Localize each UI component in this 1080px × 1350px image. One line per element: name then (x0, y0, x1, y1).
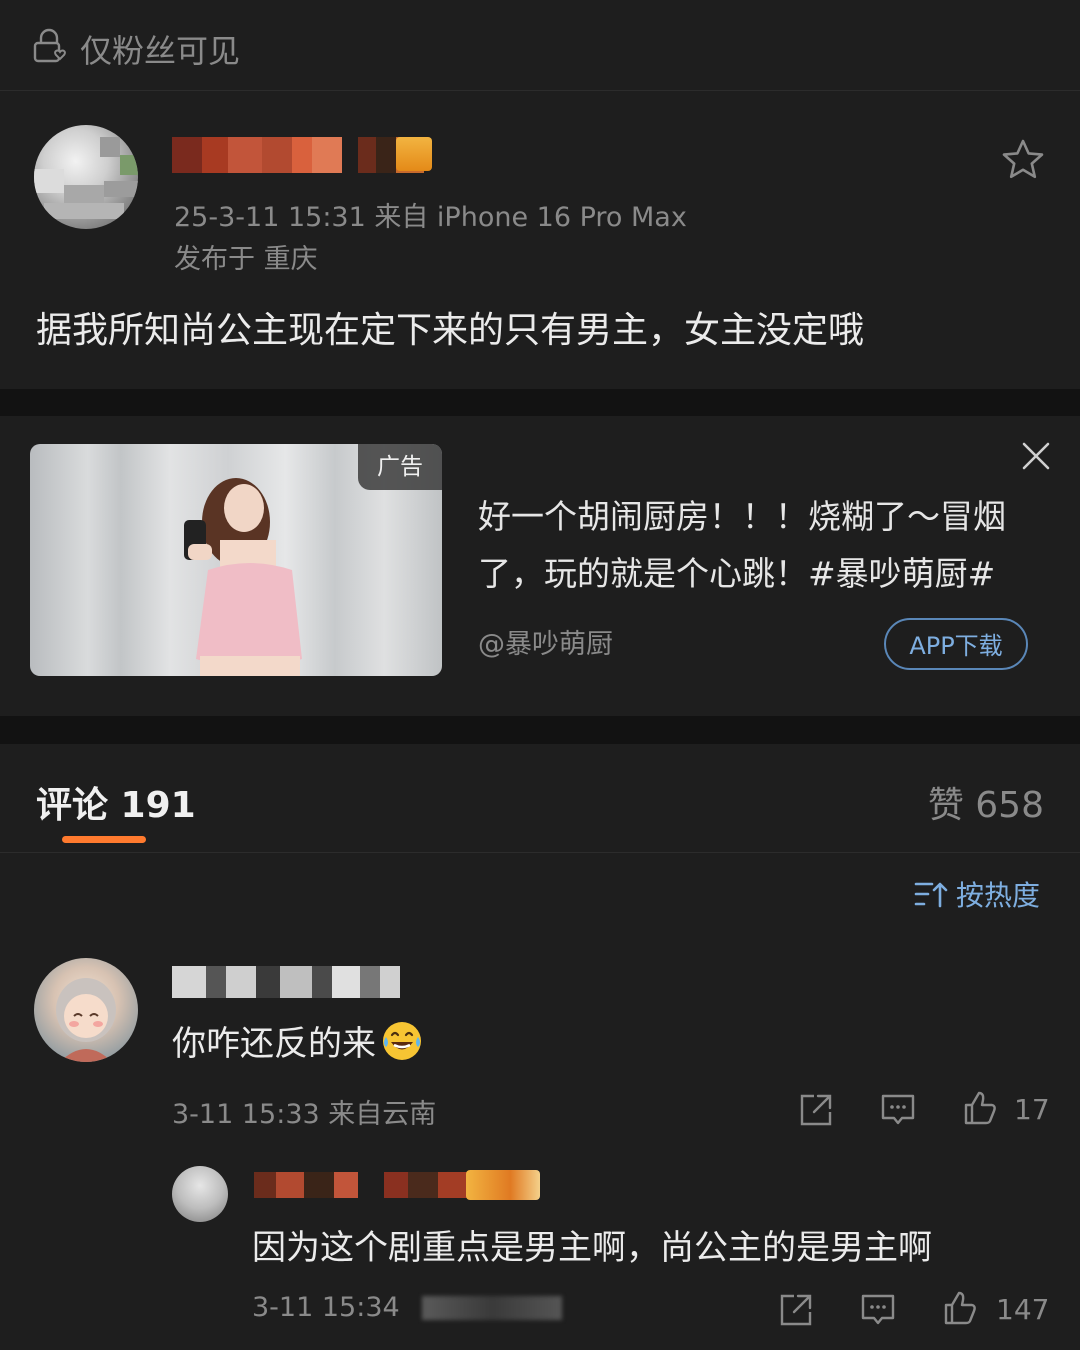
weibo-post-page: 仅粉丝可见 25-3-11 15:31 来自 iPhone 16 Pro Max… (0, 0, 1080, 1350)
laughing-tears-emoji (383, 1022, 421, 1060)
commenter-name-redacted[interactable] (172, 966, 400, 998)
comments-header: 评论 191 赞 658 (0, 744, 1080, 853)
member-badge-icon (396, 137, 432, 171)
lock-heart-icon (33, 28, 66, 63)
like-count: 17 (1014, 1093, 1050, 1126)
comment-meta: 3-11 15:33 来自云南 (172, 1099, 437, 1130)
active-tab-indicator (62, 836, 146, 843)
star-icon[interactable] (1000, 137, 1046, 181)
app-download-button[interactable]: APP下载 (884, 618, 1028, 670)
reply-meta: 3-11 15:34 (252, 1292, 563, 1323)
tab-likes[interactable]: 赞 658 (928, 776, 1044, 828)
post-card: 25-3-11 15:31 来自 iPhone 16 Pro Max 发布于 重… (0, 91, 1080, 389)
ad-author[interactable]: @暴吵萌厨 (478, 622, 613, 661)
share-icon[interactable] (778, 1292, 814, 1328)
share-icon[interactable] (798, 1092, 834, 1128)
reply-icon[interactable] (860, 1292, 896, 1328)
author-avatar[interactable] (34, 125, 138, 229)
close-icon[interactable] (1020, 440, 1052, 472)
section-divider (0, 716, 1080, 744)
member-badge-icon (466, 1170, 540, 1200)
like-count: 147 (996, 1293, 1050, 1326)
reply-avatar[interactable] (172, 1166, 228, 1222)
post-timestamp-source: 25-3-11 15:31 来自 iPhone 16 Pro Max (174, 202, 687, 233)
post-body: 据我所知尚公主现在定下来的只有男主，女主没定哦 (36, 310, 865, 351)
post-location: 发布于 重庆 (174, 244, 318, 275)
comment-body: 你咋还反的来 (172, 1016, 424, 1065)
reply-location-redacted (422, 1296, 563, 1320)
reply-body: 因为这个剧重点是男主啊，尚公主的是男主啊 (252, 1228, 932, 1268)
reply-name-redacted[interactable] (254, 1172, 468, 1198)
tab-comments[interactable]: 评论 191 (36, 776, 196, 828)
ad-label: 广告 (358, 444, 442, 490)
ad-thumbnail[interactable]: 广告 (30, 444, 442, 676)
commenter-avatar[interactable] (34, 958, 138, 1062)
reply-icon[interactable] (880, 1092, 916, 1128)
ad-title[interactable]: 好一个胡闹厨房！！！烧糊了～冒烟了，玩的就是个心跳！#暴吵萌厨# (478, 488, 1038, 602)
author-name-redacted[interactable] (172, 137, 424, 173)
cartoon-girl-image (56, 978, 116, 1062)
sort-label: 按热度 (956, 879, 1041, 912)
ad-card[interactable]: 广告 好一个胡闹厨房！！！烧糊了～冒烟了，玩的就是个心跳！#暴吵萌厨# @暴吵萌… (0, 416, 1080, 716)
sort-by-hot-button[interactable]: 按热度 (914, 874, 1040, 914)
sort-icon (914, 882, 948, 908)
visibility-bar: 仅粉丝可见 (0, 0, 1080, 91)
section-divider (0, 389, 1080, 416)
like-icon[interactable] (962, 1090, 998, 1126)
visibility-label: 仅粉丝可见 (80, 32, 241, 70)
like-icon[interactable] (942, 1290, 978, 1326)
